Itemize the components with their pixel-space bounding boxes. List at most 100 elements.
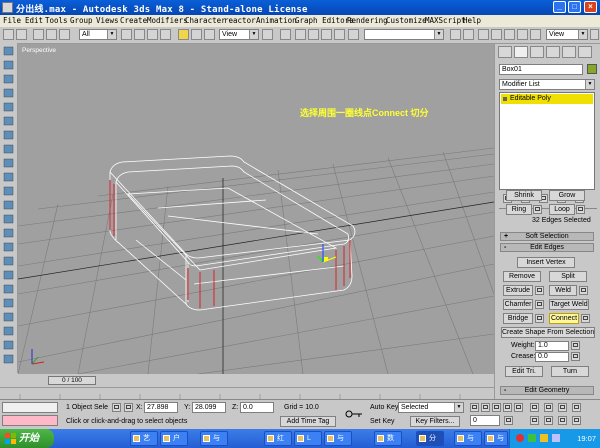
select-by-name-icon[interactable] — [134, 29, 145, 40]
display-tab-icon[interactable] — [562, 46, 576, 58]
z-coordinate-field[interactable]: 0.0 — [240, 402, 274, 413]
edit-tri-button[interactable]: Edit Tri. — [505, 366, 543, 377]
select-object-icon[interactable] — [121, 29, 132, 40]
tray-speaker-icon[interactable] — [540, 434, 548, 442]
menu-group[interactable]: Group — [70, 16, 93, 25]
split-button[interactable]: Split — [549, 271, 587, 282]
mirror-icon[interactable] — [450, 29, 461, 40]
modify-tab-icon[interactable] — [514, 46, 528, 58]
quick-render-icon[interactable] — [590, 29, 599, 40]
layer-manager-icon[interactable] — [478, 29, 489, 40]
lock-selection-icon[interactable] — [112, 403, 121, 412]
absolute-mode-icon[interactable] — [124, 403, 133, 412]
stack-item-editable-poly[interactable]: Editable Poly — [501, 94, 593, 104]
percent-snap-icon[interactable] — [321, 29, 332, 40]
loop-spinner-icon[interactable] — [576, 205, 585, 214]
next-frame-icon[interactable] — [503, 403, 512, 412]
auto-key-label[interactable]: Auto Key — [370, 404, 398, 411]
bind-spacewarp-icon[interactable] — [59, 29, 70, 40]
viewport-label[interactable]: Perspective — [22, 47, 56, 54]
select-and-rotate-icon[interactable] — [191, 29, 202, 40]
soft-selection-rollout[interactable]: + Soft Selection — [500, 232, 594, 241]
box01-mesh[interactable] — [109, 155, 356, 311]
maxscript-listener-field[interactable] — [2, 402, 58, 413]
weight-field[interactable]: 1.0 — [535, 341, 569, 351]
modifier-stack[interactable]: Editable Poly — [499, 92, 595, 190]
utilities-tab-icon[interactable] — [578, 46, 592, 58]
close-button[interactable]: × — [584, 1, 597, 13]
taskbar-item[interactable]: L — [294, 431, 322, 446]
extrude-settings-icon[interactable] — [535, 286, 544, 295]
menu-file[interactable]: File — [3, 16, 21, 25]
create-tab-icon[interactable] — [498, 46, 512, 58]
connect-button[interactable]: Connect — [549, 313, 579, 324]
undo-icon[interactable] — [3, 29, 14, 40]
hierarchy-tab-icon[interactable] — [530, 46, 544, 58]
tray-antivirus-icon[interactable] — [516, 434, 524, 442]
maxscript-output-field[interactable] — [2, 415, 58, 426]
menu-help[interactable]: Help — [463, 16, 481, 25]
time-slider[interactable]: 0 / 100 — [48, 376, 96, 385]
ring-spinner-icon[interactable] — [533, 205, 542, 214]
window-crossing-icon[interactable] — [160, 29, 171, 40]
edit-edges-rollout[interactable]: - Edit Edges — [500, 243, 594, 252]
menu-animation[interactable]: Animation — [256, 16, 297, 25]
chamfer-settings-icon[interactable] — [535, 300, 544, 309]
taskbar-item[interactable]: 与 — [454, 431, 482, 446]
link-icon[interactable] — [33, 29, 44, 40]
menu-views[interactable]: Views — [96, 16, 119, 25]
target-weld-button[interactable]: Target Weld — [549, 299, 589, 310]
create-shape-button[interactable]: Create Shape From Selection — [501, 327, 595, 338]
unlink-icon[interactable] — [46, 29, 57, 40]
play-icon[interactable] — [492, 403, 501, 412]
menu-edit[interactable]: Edit — [25, 16, 43, 25]
extrude-button[interactable]: Extrude — [503, 285, 533, 296]
time-configuration-icon[interactable] — [504, 416, 513, 425]
bridge-button[interactable]: Bridge — [503, 313, 533, 324]
track-bar[interactable] — [0, 387, 494, 399]
y-coordinate-field[interactable]: 28.099 — [192, 402, 226, 413]
pivot-point-icon[interactable] — [262, 29, 273, 40]
taskbar-item[interactable]: 与 — [484, 431, 508, 446]
maximize-viewport-icon[interactable] — [572, 416, 581, 425]
taskbar-item[interactable]: 艺 — [130, 431, 158, 446]
key-filters-button[interactable]: Key Filters... — [410, 416, 460, 427]
previous-frame-icon[interactable] — [481, 403, 490, 412]
add-time-tag-button[interactable]: Add Time Tag — [280, 416, 336, 427]
named-selection-sets-dropdown[interactable]: ▼ — [364, 29, 444, 40]
arc-rotate-icon[interactable] — [558, 416, 567, 425]
taskbar-item-active[interactable]: 分 — [416, 431, 444, 446]
taskbar-item[interactable]: 数 — [374, 431, 402, 446]
material-editor-icon[interactable] — [517, 29, 528, 40]
zoom-extents-all-icon[interactable] — [572, 403, 581, 412]
key-icon[interactable] — [345, 408, 363, 420]
grow-button[interactable]: Grow — [549, 190, 585, 201]
render-scene-icon[interactable] — [530, 29, 541, 40]
set-key-label[interactable]: Set Key — [370, 418, 395, 425]
edit-geometry-rollout[interactable]: - Edit Geometry — [500, 386, 594, 395]
zoom-extents-icon[interactable] — [558, 403, 567, 412]
menu-reactor[interactable]: reactor — [224, 16, 256, 25]
named-selection-icon[interactable] — [348, 29, 359, 40]
object-color-swatch[interactable] — [587, 64, 597, 74]
chamfer-button[interactable]: Chamfer — [503, 299, 533, 310]
rectangular-selection-icon[interactable] — [147, 29, 158, 40]
weight-spinner-icon[interactable] — [571, 341, 580, 350]
remove-button[interactable]: Remove — [503, 271, 541, 282]
go-to-start-icon[interactable] — [470, 403, 479, 412]
loop-button[interactable]: Loop — [549, 204, 575, 215]
pan-icon[interactable] — [544, 416, 553, 425]
current-frame-field[interactable]: 0 — [470, 415, 500, 426]
menu-rendering[interactable]: Rendering — [347, 16, 388, 25]
snap-toggle-icon[interactable] — [295, 29, 306, 40]
weld-settings-icon[interactable] — [579, 286, 588, 295]
object-name-field[interactable]: Box01 — [499, 64, 583, 75]
angle-snap-icon[interactable] — [308, 29, 319, 40]
select-and-move-icon[interactable] — [178, 29, 189, 40]
go-to-end-icon[interactable] — [514, 403, 523, 412]
menu-character[interactable]: Character — [185, 16, 226, 25]
crease-field[interactable]: 0.0 — [535, 352, 569, 362]
curve-editor-icon[interactable] — [491, 29, 502, 40]
weld-button[interactable]: Weld — [549, 285, 577, 296]
shrink-button[interactable]: Shrink — [506, 190, 542, 201]
